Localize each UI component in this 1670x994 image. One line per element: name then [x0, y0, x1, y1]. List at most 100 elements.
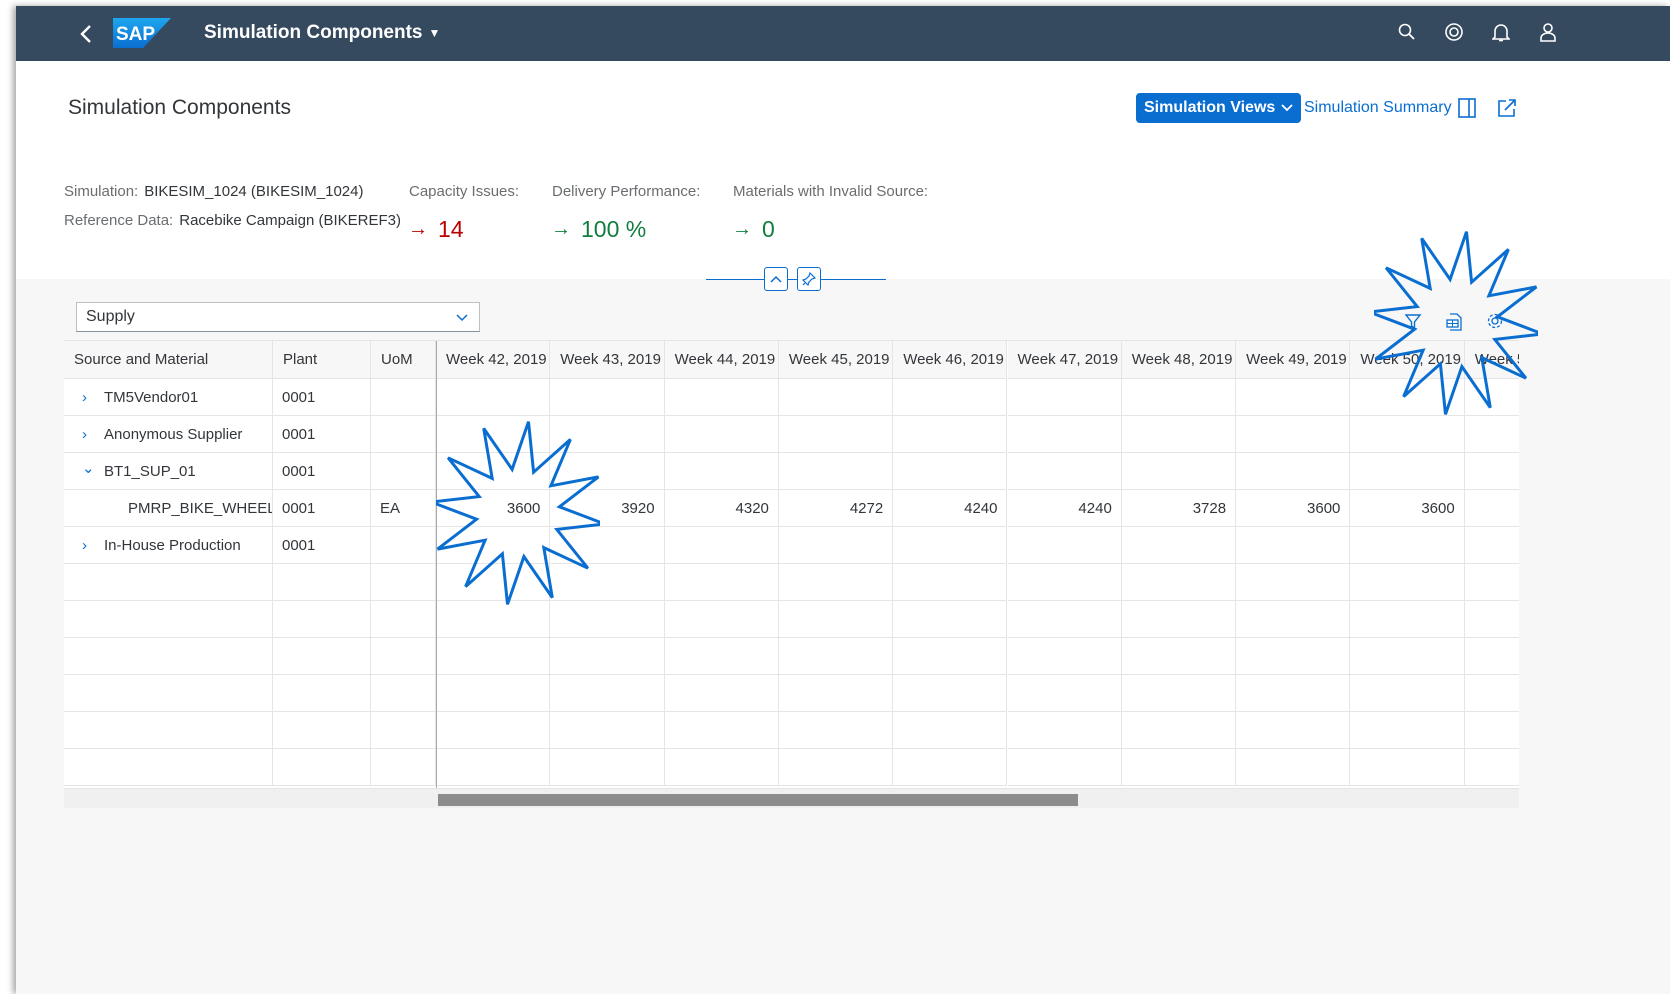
bell-icon[interactable] — [1489, 20, 1513, 44]
week-value-cell — [664, 527, 779, 564]
week-column-header[interactable]: Week 50, 2019 — [1350, 341, 1465, 379]
week-value-cell — [1464, 527, 1519, 564]
page-title: Simulation Components — [68, 96, 291, 119]
uom-cell: EA — [371, 490, 436, 527]
week-value-cell — [1236, 379, 1351, 416]
sap-logo-text: SAP — [116, 24, 155, 45]
supply-table: Source and Material Plant UoM Week 42, 2019… — [64, 340, 1519, 788]
empty-cell — [1350, 712, 1465, 749]
empty-cell — [893, 564, 1008, 601]
column-header[interactable]: Source and Material — [64, 341, 273, 379]
week-value-cell — [1007, 416, 1122, 453]
sap-logo[interactable]: SAP — [113, 18, 171, 48]
share-icon[interactable] — [1496, 97, 1518, 119]
source-material-cell: › In-House Production — [64, 527, 273, 564]
scrollbar-thumb[interactable] — [438, 794, 1078, 806]
settings-icon[interactable] — [1486, 312, 1508, 334]
week-value-cell — [1464, 453, 1519, 490]
empty-cell — [436, 601, 551, 638]
week-column-header[interactable]: Week 42, 2019 — [436, 341, 551, 379]
empty-cell — [436, 564, 551, 601]
empty-cell — [273, 564, 371, 601]
app-title-text: Simulation Components — [204, 22, 423, 43]
chevron-down-icon — [456, 314, 468, 322]
horizontal-scrollbar[interactable] — [64, 788, 1519, 808]
app-title-menu[interactable]: Simulation Components ▼ — [204, 22, 440, 44]
week-value-cell — [1464, 379, 1519, 416]
uom-cell — [371, 527, 436, 564]
column-header[interactable]: Plant — [273, 341, 371, 379]
side-panel-icon[interactable] — [1456, 97, 1478, 119]
user-icon[interactable] — [1536, 20, 1560, 44]
week-value-cell — [550, 379, 665, 416]
empty-cell — [1121, 601, 1237, 638]
week-column-header[interactable]: Week 45, 2019 — [778, 341, 894, 379]
arrow-right-icon: → — [408, 218, 428, 240]
week-value-cell — [893, 416, 1008, 453]
delivery-performance-kpi[interactable]: → 100 % — [551, 216, 646, 243]
expand-icon[interactable]: › — [82, 416, 98, 452]
arrow-right-icon: → — [551, 218, 571, 240]
filter-icon[interactable] — [1404, 312, 1426, 334]
column-header[interactable]: UoM — [371, 341, 436, 379]
empty-cell — [1236, 601, 1351, 638]
fixed-column-separator — [436, 341, 437, 788]
collapse-row-icon[interactable]: ⌄ — [82, 453, 98, 487]
empty-cell — [273, 638, 371, 675]
uom-cell — [371, 379, 436, 416]
week-value-cell — [1007, 527, 1122, 564]
app-window: SAP Simulation Components ▼ Simulation C… — [16, 6, 1670, 994]
week-column-header[interactable]: Week 49, 2019 — [1236, 341, 1351, 379]
expand-icon[interactable]: › — [82, 379, 98, 415]
week-value-cell — [436, 453, 551, 490]
week-value-cell — [1464, 490, 1519, 527]
week-value-cell — [1464, 416, 1519, 453]
export-icon[interactable] — [1445, 312, 1467, 334]
pin-header-button[interactable] — [797, 267, 821, 291]
empty-cell — [1350, 601, 1465, 638]
back-icon[interactable] — [72, 20, 100, 48]
reference-value: Racebike Campaign (BIKEREF3) — [179, 212, 401, 229]
empty-cell — [664, 638, 779, 675]
reference-data-field: Reference Data: Racebike Campaign (BIKERE… — [64, 212, 401, 229]
row-label: Anonymous Supplier — [104, 426, 243, 443]
empty-cell — [371, 675, 436, 712]
collapse-header-button[interactable] — [764, 267, 788, 291]
invalid-source-label: Materials with Invalid Source: — [733, 183, 929, 200]
week-value-cell — [778, 379, 894, 416]
simulation-summary-link[interactable]: Simulation Summary — [1304, 99, 1452, 117]
week-column-header[interactable]: Week 43, 2019 — [550, 341, 665, 379]
week-value-cell — [550, 453, 665, 490]
week-column-header[interactable]: Week 48, 2019 — [1121, 341, 1237, 379]
plant-cell: 0001 — [273, 416, 371, 453]
week-value-cell — [1350, 527, 1465, 564]
week-value-cell — [1121, 416, 1237, 453]
empty-cell — [893, 638, 1008, 675]
week-column-header[interactable]: Week 44, 2019 — [664, 341, 779, 379]
empty-cell — [64, 675, 273, 712]
search-icon[interactable] — [1395, 20, 1419, 44]
empty-cell — [1236, 749, 1351, 786]
empty-cell — [664, 601, 779, 638]
view-select[interactable]: Supply — [76, 302, 480, 332]
week-column-header[interactable]: Week 47, 2019 — [1007, 341, 1122, 379]
week-value-cell: 4240 — [893, 490, 1008, 527]
empty-cell — [436, 638, 551, 675]
capacity-issues-value: 14 — [438, 216, 464, 242]
empty-cell — [778, 564, 894, 601]
expand-icon[interactable]: › — [82, 527, 98, 563]
empty-cell — [550, 564, 665, 601]
simulation-views-button[interactable]: Simulation Views — [1136, 93, 1302, 123]
view-select-value: Supply — [86, 308, 135, 325]
week-value-cell — [436, 527, 551, 564]
copilot-icon[interactable] — [1442, 20, 1466, 44]
invalid-source-kpi[interactable]: → 0 — [732, 216, 775, 243]
week-column-header[interactable]: Week 5 — [1464, 341, 1519, 379]
week-column-header[interactable]: Week 46, 2019 — [893, 341, 1008, 379]
capacity-issues-label: Capacity Issues: — [409, 183, 520, 200]
week-value-cell — [664, 379, 779, 416]
empty-cell — [778, 749, 894, 786]
empty-cell — [1236, 675, 1351, 712]
delivery-performance-value: 100 % — [581, 216, 647, 242]
capacity-issues-kpi[interactable]: → 14 — [408, 216, 464, 243]
